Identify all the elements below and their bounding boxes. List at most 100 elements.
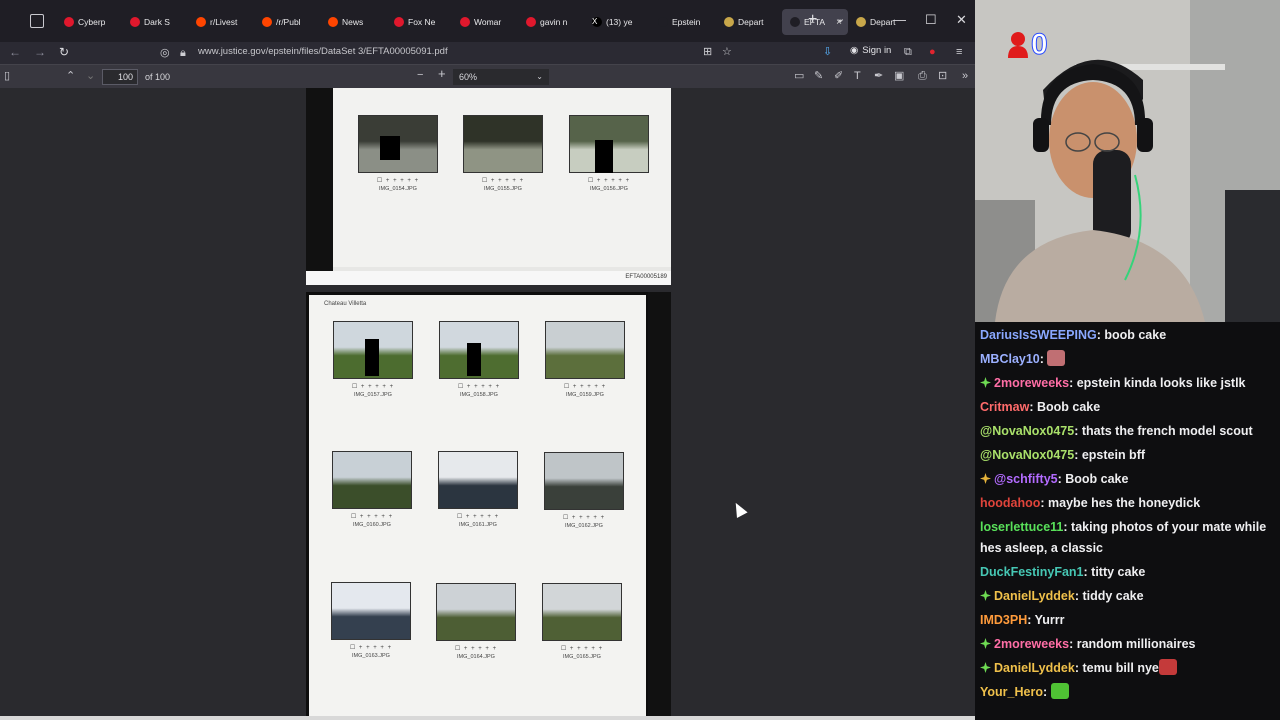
chat-text: : Boob cake <box>1057 472 1129 486</box>
next-page-icon[interactable]: ⌄ <box>86 70 95 82</box>
signature-icon[interactable]: ✒ <box>874 70 883 82</box>
chat-message: DuckFestinyFan1: titty cake <box>980 562 1145 582</box>
text-tool-icon[interactable]: T <box>854 70 861 82</box>
browser-tab[interactable]: gavin n <box>518 9 584 35</box>
chat-username[interactable]: 2moreweeks <box>994 376 1069 390</box>
chat-emote-icon <box>1050 683 1069 699</box>
chat-username[interactable]: DanielLyddek <box>994 589 1075 603</box>
chat-username[interactable]: DanielLyddek <box>994 661 1075 675</box>
chat-message: @NovaNox0475: epstein bff <box>980 445 1145 465</box>
comment-icon[interactable]: ▭ <box>794 70 804 82</box>
bookmark-star-icon[interactable]: ☆ <box>722 45 732 59</box>
zoom-select[interactable]: 60% ⌄ <box>453 69 549 85</box>
chat-username[interactable]: @NovaNox0475 <box>980 448 1074 462</box>
tab-bar: Cyberp Dark S r/Livest/r/Publ News Fox Ne Wom… <box>0 0 975 42</box>
tab-favicon-icon <box>64 17 74 27</box>
address-bar[interactable]: ◎ 🔒︎ www.justice.gov/epstein/files/DataS… <box>152 43 744 63</box>
chat-text: : boob cake <box>1096 328 1167 342</box>
browser-tab[interactable]: /r/Publ <box>254 9 320 35</box>
chat-username[interactable]: DariusIsSWEEPING <box>980 328 1097 342</box>
highlight-icon[interactable]: ✎ <box>814 70 823 82</box>
chat-message: 2moreweeks: epstein kinda looks like jst… <box>980 373 1246 393</box>
sign-in-button[interactable]: ◉ Sign in <box>850 45 891 56</box>
browser-tab[interactable]: News <box>320 9 386 35</box>
new-tab-button[interactable]: + <box>808 12 817 28</box>
photo-thumbnail <box>545 321 625 379</box>
photo-thumbnail <box>438 451 518 509</box>
lock-icon[interactable]: 🔒︎ <box>180 46 186 60</box>
reload-icon[interactable]: ↻ <box>59 45 69 59</box>
draw-icon[interactable]: ✐ <box>834 70 843 82</box>
chat-emote-icon <box>1047 350 1066 366</box>
close-window-button[interactable]: ✕ <box>956 13 967 27</box>
chat-username[interactable]: 2moreweeks <box>994 637 1069 651</box>
menu-icon[interactable]: ≡ <box>956 45 962 59</box>
tab-strip: Cyberp Dark S r/Livest/r/Publ News Fox Ne Wom… <box>56 9 914 35</box>
browser-tab[interactable]: Womar <box>452 9 518 35</box>
thumbnail-caption: IMG_0155.JPG <box>484 186 522 192</box>
tab-label: (13) ye <box>606 17 633 27</box>
download-icon[interactable]: ⇩ <box>823 45 832 59</box>
forward-icon[interactable]: → <box>34 45 46 59</box>
photo-thumbnail <box>332 451 412 509</box>
account-icon: ◉ <box>850 45 859 56</box>
back-icon[interactable]: ← <box>9 45 21 59</box>
thumbnail-caption: IMG_0160.JPG <box>353 522 391 528</box>
pdf-page-current: Chateau Villetta ☐ + + + + + IMG_0157.JPG… <box>306 292 671 720</box>
thumbnail-caption: IMG_0154.JPG <box>379 186 417 192</box>
chat-username[interactable]: Critmaw <box>980 400 1029 414</box>
chat-text: : tiddy cake <box>1074 589 1144 603</box>
previous-page-icon[interactable]: ⌃ <box>66 70 75 82</box>
thumbnail-checkbox-row: ☐ + + + + + <box>587 178 631 184</box>
shield-icon[interactable]: ◎ <box>160 46 170 60</box>
chat-username[interactable]: MBClay10 <box>980 352 1040 366</box>
save-icon[interactable]: ⊡ <box>938 70 947 82</box>
more-tools-icon[interactable]: » <box>962 70 968 82</box>
contact-sheet: ☐ + + + + + IMG_0154.JPG ☐ + + + + + IMG_01… <box>333 88 671 271</box>
browser-tab[interactable]: X (13) ye <box>584 9 650 35</box>
tab-list-icon[interactable] <box>30 14 44 28</box>
chat-text: : <box>1042 685 1051 699</box>
sub-badge-icon <box>980 473 991 484</box>
thumbnail-caption: IMG_0164.JPG <box>457 654 495 660</box>
extensions-icon[interactable]: ⧉ <box>904 45 912 59</box>
photo-thumbnail <box>436 583 516 641</box>
page-number-input[interactable]: 100 <box>102 69 138 85</box>
maximize-button[interactable]: ☐ <box>925 13 937 27</box>
list-all-tabs-button[interactable]: ⌄ <box>836 12 845 25</box>
image-icon[interactable]: ▣ <box>894 70 904 82</box>
tab-favicon-icon <box>196 17 206 27</box>
thumbnail-checkbox-row: ☐ + + + + + <box>562 515 606 521</box>
browser-tab[interactable]: r/Livest <box>188 9 254 35</box>
reader-view-icon[interactable]: ⊞ <box>703 45 712 59</box>
thumbnail-checkbox-row: ☐ + + + + + <box>376 178 420 184</box>
chat-username[interactable]: loserlettuce11 <box>980 520 1063 534</box>
pdf-viewer[interactable]: ☐ + + + + + IMG_0154.JPG ☐ + + + + + IMG_01… <box>0 88 975 720</box>
tab-favicon-icon <box>526 17 536 27</box>
chat-username[interactable]: hoodahoo <box>980 496 1040 510</box>
chat-message: 2moreweeks: random millionaires <box>980 634 1195 654</box>
chat-username[interactable]: DuckFestinyFan1 <box>980 565 1084 579</box>
minimize-button[interactable]: — <box>893 13 906 27</box>
chat-username[interactable]: IMD3PH <box>980 613 1027 627</box>
browser-tab[interactable]: Fox Ne <box>386 9 452 35</box>
thumbnail-caption: IMG_0157.JPG <box>354 392 392 398</box>
chat-message: MBClay10: <box>980 349 1066 369</box>
navigation-bar: ← → ↻ ◎ 🔒︎ www.justice.gov/epstein/files… <box>0 42 975 64</box>
zoom-out-button[interactable]: − <box>417 69 423 81</box>
screen: Cyberp Dark S r/Livest/r/Publ News Fox Ne Wom… <box>0 0 1280 720</box>
zoom-in-button[interactable]: + <box>438 67 446 80</box>
chat-username[interactable]: @NovaNox0475 <box>980 424 1074 438</box>
chat-username[interactable]: Your_Hero <box>980 685 1043 699</box>
browser-tab[interactable]: Depart <box>716 9 782 35</box>
print-icon[interactable]: ⎙ <box>918 70 927 82</box>
browser-tab[interactable]: Epstein <box>650 9 716 35</box>
redaction-box <box>467 343 481 376</box>
tab-label: Depart <box>738 17 764 27</box>
browser-tab[interactable]: Dark S <box>122 9 188 35</box>
browser-tab[interactable]: Cyberp <box>56 9 122 35</box>
url-text[interactable]: www.justice.gov/epstein/files/DataSet 3/… <box>198 46 448 57</box>
chat-username[interactable]: @schfifty5 <box>994 472 1058 486</box>
sidebar-toggle-icon[interactable]: ▯ <box>4 70 10 82</box>
ublock-icon[interactable]: ● <box>929 45 936 59</box>
